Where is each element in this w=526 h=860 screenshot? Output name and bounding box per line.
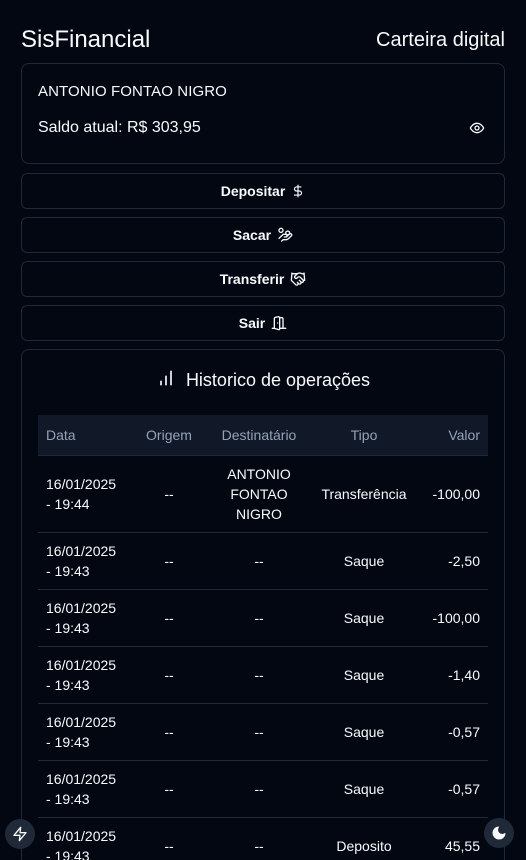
history-card: Historico de operações Data Origem Desti… <box>21 349 505 860</box>
cell-destination: -- <box>204 702 314 760</box>
table-row: 16/01/2025 - 19:43 -- -- Saque -0,57 <box>38 759 488 817</box>
time-text: - 19:43 <box>46 790 90 807</box>
door-icon <box>271 315 287 331</box>
cell-value: -1,40 <box>414 645 488 703</box>
date-text: 16/01/2025 <box>46 542 117 559</box>
date-text: 16/01/2025 <box>46 713 117 730</box>
cell-origin: -- <box>134 702 204 760</box>
time-text: - 19:44 <box>46 495 90 512</box>
cell-value: -100,00 <box>414 588 488 646</box>
cell-date: 16/01/2025 - 19:43 <box>38 588 134 646</box>
table-header-row: Data Origem Destinatário Tipo Valor <box>38 415 488 455</box>
time-text: - 19:43 <box>46 562 90 579</box>
cell-date: 16/01/2025 - 19:44 <box>38 454 134 532</box>
eye-icon[interactable] <box>468 119 486 137</box>
cell-type: Deposito <box>314 816 414 860</box>
cell-origin: -- <box>134 645 204 703</box>
cell-value: -100,00 <box>414 454 488 532</box>
column-header-origin: Origem <box>146 426 192 443</box>
cell-date: 16/01/2025 - 19:43 <box>38 702 134 760</box>
zap-icon[interactable] <box>5 819 35 849</box>
history-title: Historico de operações <box>185 369 371 390</box>
table-row: 16/01/2025 - 19:43 -- -- Saque -2,50 <box>38 531 488 589</box>
time-text: - 19:43 <box>46 733 90 750</box>
handshake-icon <box>290 271 306 287</box>
column-header-date: Data <box>46 426 76 443</box>
cell-value: 45,55 <box>414 816 488 860</box>
transfer-button-label: Transferir <box>219 271 285 287</box>
date-text: 16/01/2025 <box>46 475 117 492</box>
exit-button[interactable]: Sair <box>21 305 505 341</box>
action-buttons: Depositar Sacar Transferir Sair <box>21 173 505 341</box>
app-header: SisFinancial Carteira digital <box>21 20 505 60</box>
table-row: 16/01/2025 - 19:43 -- -- Deposito 45,55 <box>38 816 488 860</box>
table-row: 16/01/2025 - 19:43 -- -- Saque -1,40 <box>38 645 488 703</box>
cell-type: Saque <box>314 702 414 760</box>
moon-icon[interactable] <box>484 818 514 848</box>
history-header: Historico de operações <box>38 368 488 392</box>
cell-destination: -- <box>204 816 314 860</box>
brand-title: SisFinancial <box>21 26 151 53</box>
cell-origin: -- <box>134 588 204 646</box>
deposit-button[interactable]: Depositar <box>21 173 505 209</box>
withdraw-button-label: Sacar <box>232 227 272 243</box>
cell-type: Saque <box>314 645 414 703</box>
history-table-body: 16/01/2025 - 19:44 -- ANTONIO FONTAO NIGR… <box>38 454 488 860</box>
column-header-type: Tipo <box>350 426 378 443</box>
time-text: - 19:43 <box>46 676 90 693</box>
cell-type: Saque <box>314 588 414 646</box>
cell-value: -0,57 <box>414 759 488 817</box>
bar-chart-icon <box>156 368 176 393</box>
cell-origin: -- <box>134 759 204 817</box>
destination-text: ANTONIO FONTAO NIGRO <box>227 465 291 522</box>
column-header-value: Valor <box>448 426 480 443</box>
cell-date: 16/01/2025 - 19:43 <box>38 645 134 703</box>
cell-value: -2,50 <box>414 531 488 589</box>
cell-origin: -- <box>134 454 204 532</box>
cell-destination: -- <box>204 588 314 646</box>
hand-coins-icon <box>277 227 293 243</box>
history-table: Data Origem Destinatário Tipo Valor 16/0… <box>38 415 488 860</box>
account-holder-name: ANTONIO FONTAO NIGRO <box>38 83 227 100</box>
cell-type: Saque <box>314 531 414 589</box>
cell-destination: -- <box>204 531 314 589</box>
history-table-head: Data Origem Destinatário Tipo Valor <box>38 415 488 455</box>
withdraw-button[interactable]: Sacar <box>21 217 505 253</box>
time-text: - 19:43 <box>46 619 90 636</box>
deposit-button-label: Depositar <box>220 183 286 199</box>
cell-destination: -- <box>204 645 314 703</box>
cell-destination: -- <box>204 759 314 817</box>
cell-type: Saque <box>314 759 414 817</box>
table-row: 16/01/2025 - 19:44 -- ANTONIO FONTAO NIGR… <box>38 454 488 532</box>
current-balance: Saldo atual: R$ 303,95 <box>38 119 201 136</box>
table-row: 16/01/2025 - 19:43 -- -- Saque -100,00 <box>38 588 488 646</box>
cell-origin: -- <box>134 816 204 860</box>
cell-date: 16/01/2025 - 19:43 <box>38 816 134 860</box>
transfer-button[interactable]: Transferir <box>21 261 505 297</box>
wallet-page: SisFinancial Carteira digital ANTONIO FO… <box>0 0 526 860</box>
page-subtitle: Carteira digital <box>376 28 505 51</box>
date-text: 16/01/2025 <box>46 827 117 844</box>
column-header-destination: Destinatário <box>221 426 297 443</box>
time-text: - 19:43 <box>46 847 90 860</box>
account-card: ANTONIO FONTAO NIGRO Saldo atual: R$ 303… <box>21 63 505 164</box>
date-text: 16/01/2025 <box>46 770 117 787</box>
exit-button-label: Sair <box>238 315 266 331</box>
cell-date: 16/01/2025 - 19:43 <box>38 531 134 589</box>
table-row: 16/01/2025 - 19:43 -- -- Saque -0,57 <box>38 702 488 760</box>
date-text: 16/01/2025 <box>46 656 117 673</box>
cell-type: Transferência <box>314 454 414 532</box>
balance-row: Saldo atual: R$ 303,95 <box>38 119 488 137</box>
date-text: 16/01/2025 <box>46 599 117 616</box>
cell-origin: -- <box>134 531 204 589</box>
cell-destination: ANTONIO FONTAO NIGRO <box>204 454 314 532</box>
dollar-icon <box>291 184 305 198</box>
cell-date: 16/01/2025 - 19:43 <box>38 759 134 817</box>
cell-value: -0,57 <box>414 702 488 760</box>
